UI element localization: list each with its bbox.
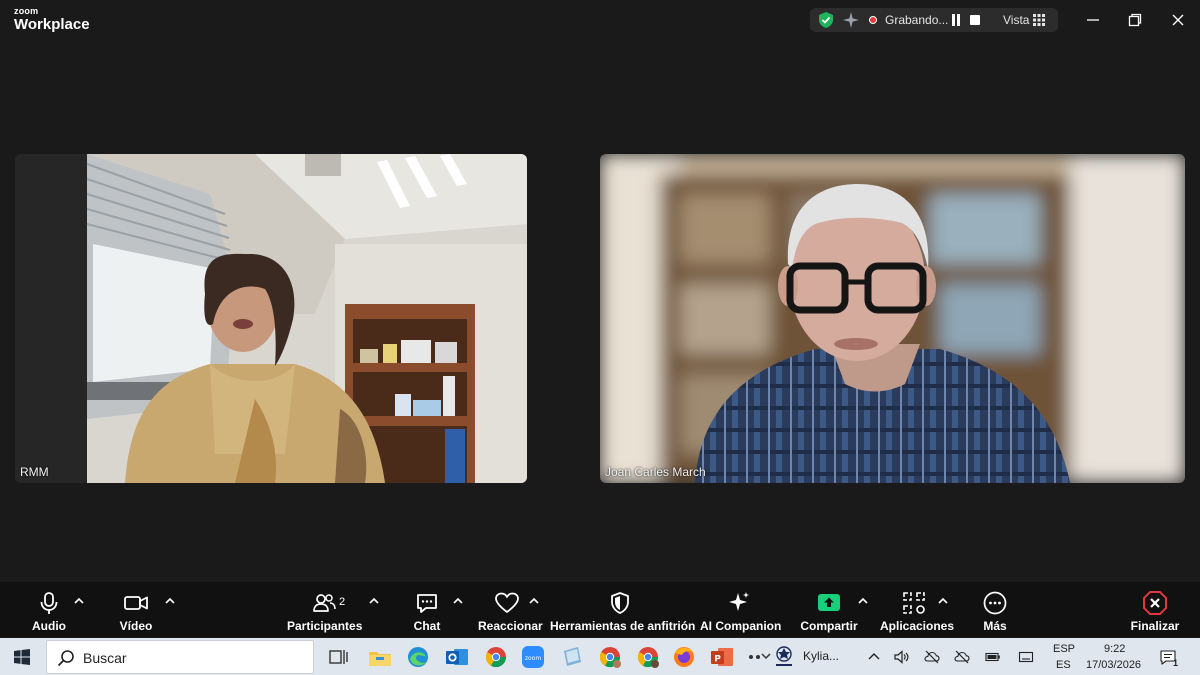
grid-view-icon[interactable] [1033,14,1045,26]
apps-button[interactable]: Aplicaciones [880,582,955,637]
chat-button[interactable]: Chat [408,582,446,637]
host-tools-button[interactable]: Herramientas de anfitrión [550,582,696,637]
language-indicator-bottom[interactable]: ES [1056,659,1071,671]
champions-league-icon[interactable] [772,644,796,670]
window-controls-icon[interactable] [744,643,772,671]
heart-icon [495,592,519,613]
video-tile-joan-carles-march[interactable]: Joan Carles March [600,154,1185,483]
show-hidden-icons-chevron-up-icon[interactable] [866,649,882,665]
windows-taskbar: Buscar zoom P Kylia... ESP ES 9:22 17/03… [0,638,1200,675]
keyboard-icon[interactable] [1018,649,1034,665]
participant-name-label: Joan Carles March [605,465,706,479]
ai-companion-button[interactable]: AI Companion [700,582,782,637]
zoom-app-icon[interactable]: zoom [519,643,547,671]
ai-companion-label: AI Companion [700,619,782,633]
more-button[interactable]: Más [976,582,1014,637]
more-label: Más [983,619,1007,633]
cloud-offline-icon[interactable] [924,649,940,665]
outlook-icon[interactable] [443,643,471,671]
recording-status-text: Grabando... [885,13,949,27]
audio-label: Audio [32,619,66,633]
share-screen-icon [818,594,840,611]
firefox-icon[interactable] [670,643,698,671]
share-label: Compartir [800,619,858,633]
svg-text:P: P [714,655,721,665]
view-button-label[interactable]: Vista [1003,13,1029,27]
participant-name-label: RMM [20,465,49,479]
video-tile-rmm[interactable]: RMM [15,154,527,483]
svg-text:zoom: zoom [525,655,541,662]
clock-time[interactable]: 9:22 [1104,643,1125,655]
participant-video-joan-carles-march [600,154,1185,483]
share-options-chevron-up-icon[interactable] [858,597,868,605]
end-meeting-icon [1143,591,1167,615]
video-label: Vídeo [119,619,153,633]
participants-options-chevron-up-icon[interactable] [369,597,379,605]
battery-icon[interactable] [985,649,1001,665]
apps-icon [903,592,925,614]
video-button[interactable]: Vídeo [112,582,160,637]
more-options-icon [983,591,1007,615]
recording-indicator [869,16,877,24]
chat-bubble-icon [417,594,437,613]
host-tools-label: Herramientas de anfitrión [550,619,696,633]
edge-browser-icon[interactable] [404,643,432,671]
apps-label: Aplicaciones [880,619,955,633]
participants-count: 2 [339,596,346,608]
audio-options-chevron-up-icon[interactable] [74,597,84,605]
windows-start-icon[interactable] [14,649,30,665]
notepad-icon[interactable] [558,643,586,671]
minimize-icon[interactable] [1085,12,1101,28]
react-label: Reaccionar [478,619,543,633]
media-widget-title[interactable]: Kylia... [803,649,839,663]
encryption-shield-icon[interactable] [817,11,835,29]
audio-button[interactable]: Audio [26,582,72,637]
zoom-workplace-logo: zoom Workplace [14,6,90,33]
ai-companion-sparkle-icon [729,592,749,611]
participants-icon [313,594,336,612]
close-icon[interactable] [1170,12,1186,28]
chrome-icon[interactable] [482,643,510,671]
logo-top-text: zoom [14,6,39,16]
notification-count-badge: 1 [1173,658,1179,668]
end-label: Finalizar [1130,619,1180,633]
clock-date[interactable]: 17/03/2026 [1086,659,1141,671]
ai-companion-sparkle-icon[interactable] [842,11,860,29]
host-tools-shield-icon [611,592,629,614]
taskbar-search-input[interactable]: Buscar [46,640,314,674]
video-camera-icon [124,596,148,610]
microphone-icon [40,592,58,614]
video-options-chevron-up-icon[interactable] [165,597,175,605]
share-screen-button[interactable]: Compartir [800,582,858,637]
meeting-controls-toolbar: Audio Vídeo Participantes 2 Chat Reaccio… [0,582,1200,637]
chat-options-chevron-up-icon[interactable] [453,597,463,605]
language-indicator-top[interactable]: ESP [1053,643,1075,655]
search-placeholder: Buscar [83,650,127,666]
participant-video-rmm [15,154,527,483]
file-explorer-icon[interactable] [366,643,394,671]
title-bar: zoom Workplace Grabando... Vista [0,0,1200,42]
task-view-icon[interactable] [324,643,352,671]
end-meeting-button[interactable]: Finalizar [1130,582,1180,637]
chat-label: Chat [413,619,441,633]
meeting-status-pill: Grabando... Vista [810,8,1058,32]
react-button[interactable]: Reaccionar [478,582,543,637]
chrome-profile-2-icon[interactable] [596,643,624,671]
participants-button[interactable]: Participantes [287,582,363,637]
chrome-profile-3-icon[interactable] [634,643,662,671]
volume-icon[interactable] [893,649,909,665]
search-icon [57,650,74,667]
participants-label: Participantes [287,619,363,633]
restore-icon[interactable] [1127,12,1143,28]
react-options-chevron-up-icon[interactable] [529,597,539,605]
cloud-sync-icon[interactable] [954,649,970,665]
logo-bottom-text: Workplace [14,16,90,33]
powerpoint-icon[interactable]: P [708,643,736,671]
pause-recording-button[interactable] [950,14,962,26]
apps-options-chevron-up-icon[interactable] [938,597,948,605]
stop-recording-button[interactable] [970,15,980,25]
